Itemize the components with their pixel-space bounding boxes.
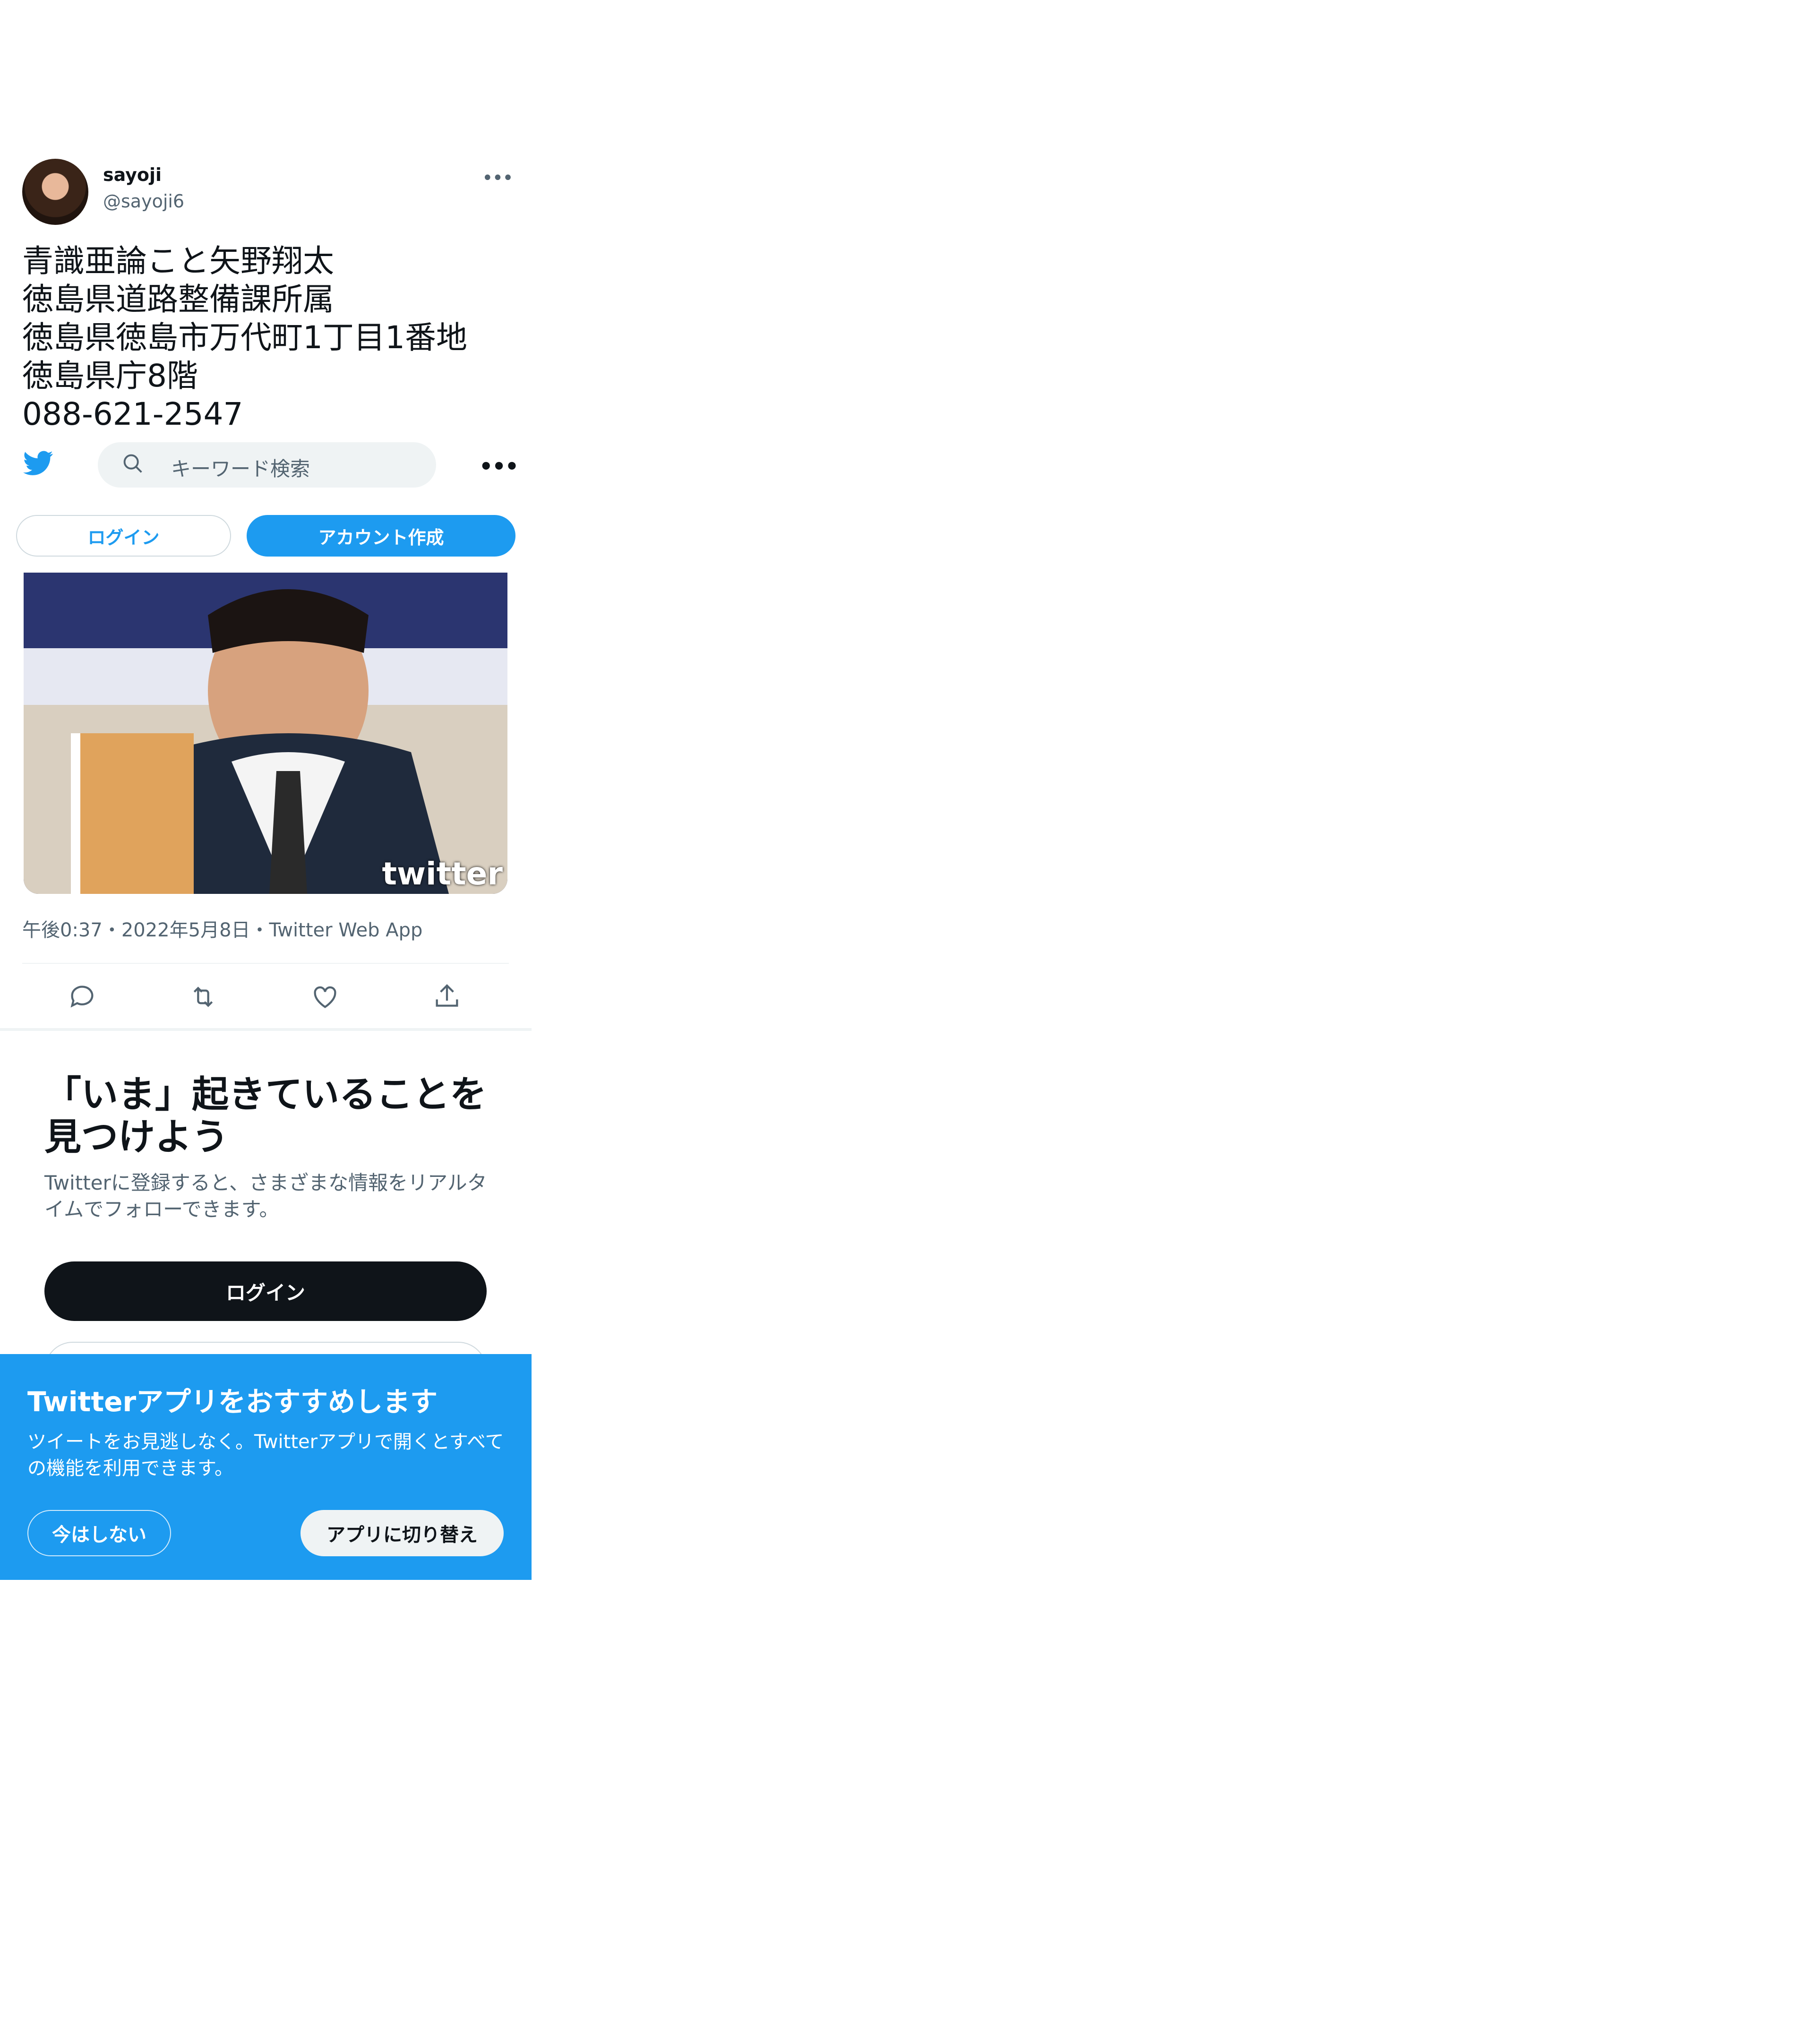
tweet-media-image[interactable]: twitter	[24, 573, 507, 894]
section-divider	[0, 1028, 532, 1031]
media-watermark: twitter	[382, 856, 503, 892]
reply-icon[interactable]	[67, 982, 97, 1012]
page: sayoji @sayoji6 ••• 青識亜論こと矢野翔太 徳島県道路整備課所属…	[0, 0, 532, 1580]
twitter-bird-icon[interactable]	[21, 448, 56, 478]
author-name[interactable]: sayoji	[103, 164, 162, 185]
tweet-more-icon[interactable]: •••	[482, 167, 514, 189]
nav-more-icon[interactable]: •••	[479, 454, 519, 479]
promo-title: 「いま」起きていることを見つけよう	[44, 1073, 487, 1158]
search-placeholder: キーワード検索	[171, 457, 310, 480]
author-handle[interactable]: @sayoji6	[103, 191, 184, 212]
retweet-icon[interactable]	[188, 982, 218, 1012]
banner-title: Twitterアプリをおすすめします	[27, 1386, 438, 1418]
search-icon	[123, 454, 142, 473]
tweet-text: 青識亜論こと矢野翔太 徳島県道路整備課所属 徳島県徳島市万代町1丁目1番地 徳島県庁8…	[22, 243, 467, 432]
top-login-button[interactable]: ログイン	[16, 515, 231, 557]
switch-to-app-button[interactable]: アプリに切り替え	[300, 1510, 504, 1556]
promo-subtitle: Twitterに登録すると、さまざまな情報をリアルタイムでフォローできます。	[44, 1171, 487, 1221]
banner-subtitle: ツイートをお見逃しなく。Twitterアプリで開くとすべての機能を利用できます。	[27, 1431, 504, 1479]
login-button[interactable]: ログイン	[44, 1261, 487, 1321]
author-avatar[interactable]	[22, 159, 88, 225]
not-now-button[interactable]: 今はしない	[27, 1510, 171, 1556]
tweet-timestamp[interactable]: 午後0:37・2022年5月8日・Twitter Web App	[22, 915, 422, 942]
like-icon[interactable]	[310, 982, 340, 1012]
share-icon[interactable]	[432, 982, 462, 1012]
media-picture	[24, 573, 507, 894]
divider	[22, 963, 509, 964]
top-signup-button[interactable]: アカウント作成	[247, 515, 515, 557]
